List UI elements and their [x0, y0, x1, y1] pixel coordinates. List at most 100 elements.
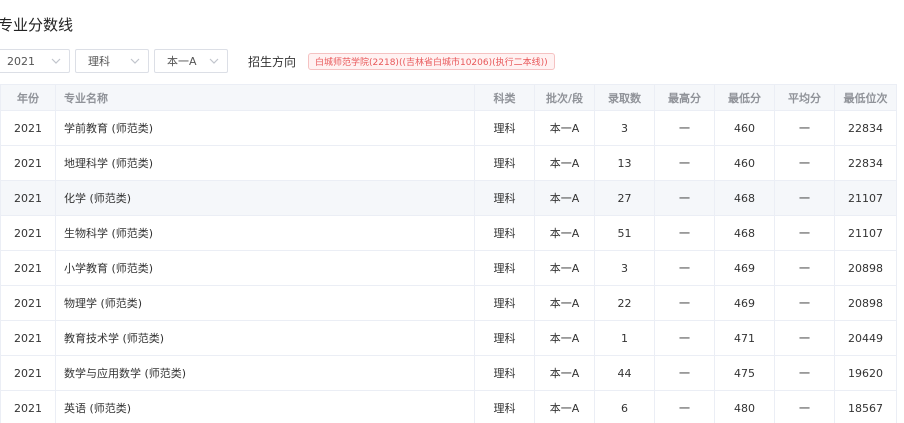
avg-score-cell: 一	[774, 180, 835, 216]
major-cell: 数学与应用数学 (师范类)	[55, 355, 475, 391]
table-row[interactable]: 2021 化学 (师范类) 理科 本一A 27 一 468 一 21107	[0, 180, 897, 216]
batch-cell: 本一A	[534, 250, 595, 286]
subject-type-cell: 理科	[474, 145, 535, 181]
major-cell: 英语 (师范类)	[55, 390, 475, 423]
header-subject-type: 科类	[474, 84, 535, 111]
header-max-score: 最高分	[654, 84, 715, 111]
filter-bar: 2021 理科 本一A 招生方向 白城师范学院(2218)((吉林省白城市102…	[0, 49, 555, 73]
min-score-cell: 480	[714, 390, 775, 423]
header-admitted: 录取数	[594, 84, 655, 111]
subject-type-select[interactable]: 理科	[75, 49, 149, 73]
max-score-cell: 一	[654, 285, 715, 321]
max-score-cell: 一	[654, 145, 715, 181]
min-rank-cell: 19620	[834, 355, 897, 391]
batch-select-value: 本一A	[167, 55, 197, 68]
min-rank-cell: 21107	[834, 180, 897, 216]
admitted-cell: 44	[594, 355, 655, 391]
table-row[interactable]: 2021 生物科学 (师范类) 理科 本一A 51 一 468 一 21107	[0, 215, 897, 251]
table-row[interactable]: 2021 地理科学 (师范类) 理科 本一A 13 一 460 一 22834	[0, 145, 897, 181]
major-cell: 学前教育 (师范类)	[55, 110, 475, 146]
batch-cell: 本一A	[534, 355, 595, 391]
admitted-cell: 6	[594, 390, 655, 423]
header-avg-score: 平均分	[774, 84, 835, 111]
year-cell: 2021	[0, 285, 56, 321]
table-row[interactable]: 2021 学前教育 (师范类) 理科 本一A 3 一 460 一 22834	[0, 110, 897, 146]
max-score-cell: 一	[654, 215, 715, 251]
header-major: 专业名称	[55, 84, 475, 111]
min-rank-cell: 20898	[834, 285, 897, 321]
subject-type-select-value: 理科	[88, 55, 110, 68]
year-select[interactable]: 2021	[0, 49, 70, 73]
major-cell: 生物科学 (师范类)	[55, 215, 475, 251]
year-cell: 2021	[0, 215, 56, 251]
table-body: 2021 学前教育 (师范类) 理科 本一A 3 一 460 一 22834 2021 地理科学 (…	[0, 110, 897, 423]
subject-type-cell: 理科	[474, 285, 535, 321]
admitted-cell: 1	[594, 320, 655, 356]
avg-score-cell: 一	[774, 285, 835, 321]
min-rank-cell: 22834	[834, 145, 897, 181]
table-row[interactable]: 2021 小学教育 (师范类) 理科 本一A 3 一 469 一 20898	[0, 250, 897, 286]
batch-cell: 本一A	[534, 215, 595, 251]
avg-score-cell: 一	[774, 110, 835, 146]
direction-label: 招生方向	[248, 54, 297, 69]
year-cell: 2021	[0, 145, 56, 181]
year-cell: 2021	[0, 320, 56, 356]
batch-cell: 本一A	[534, 145, 595, 181]
min-score-cell: 460	[714, 145, 775, 181]
admitted-cell: 3	[594, 250, 655, 286]
year-cell: 2021	[0, 110, 56, 146]
table-row[interactable]: 2021 物理学 (师范类) 理科 本一A 22 一 469 一 20898	[0, 285, 897, 321]
year-cell: 2021	[0, 390, 56, 423]
min-rank-cell: 21107	[834, 215, 897, 251]
subject-type-cell: 理科	[474, 250, 535, 286]
major-cell: 地理科学 (师范类)	[55, 145, 475, 181]
major-cell: 教育技术学 (师范类)	[55, 320, 475, 356]
min-score-cell: 460	[714, 110, 775, 146]
year-cell: 2021	[0, 180, 56, 216]
chevron-down-icon	[209, 56, 219, 66]
year-select-value: 2021	[7, 54, 35, 68]
min-rank-cell: 20449	[834, 320, 897, 356]
batch-select[interactable]: 本一A	[154, 49, 228, 73]
min-score-cell: 471	[714, 320, 775, 356]
min-rank-cell: 20898	[834, 250, 897, 286]
header-min-score: 最低分	[714, 84, 775, 111]
avg-score-cell: 一	[774, 390, 835, 423]
min-score-cell: 469	[714, 250, 775, 286]
admitted-cell: 13	[594, 145, 655, 181]
avg-score-cell: 一	[774, 355, 835, 391]
min-score-cell: 468	[714, 215, 775, 251]
major-cell: 化学 (师范类)	[55, 180, 475, 216]
max-score-cell: 一	[654, 180, 715, 216]
score-table: 年份 专业名称 科类 批次/段 录取数 最高分 最低分 平均分 最低位次 202…	[0, 84, 897, 423]
min-score-cell: 468	[714, 180, 775, 216]
subject-type-cell: 理科	[474, 355, 535, 391]
max-score-cell: 一	[654, 320, 715, 356]
header-year: 年份	[0, 84, 56, 111]
admitted-cell: 22	[594, 285, 655, 321]
table-row[interactable]: 2021 教育技术学 (师范类) 理科 本一A 1 一 471 一 20449	[0, 320, 897, 356]
batch-cell: 本一A	[534, 180, 595, 216]
header-batch: 批次/段	[534, 84, 595, 111]
avg-score-cell: 一	[774, 145, 835, 181]
batch-cell: 本一A	[534, 390, 595, 423]
min-rank-cell: 18567	[834, 390, 897, 423]
batch-cell: 本一A	[534, 320, 595, 356]
chevron-down-icon	[51, 56, 61, 66]
subject-type-cell: 理科	[474, 110, 535, 146]
major-cell: 物理学 (师范类)	[55, 285, 475, 321]
subject-type-cell: 理科	[474, 320, 535, 356]
admitted-cell: 51	[594, 215, 655, 251]
table-row[interactable]: 2021 英语 (师范类) 理科 本一A 6 一 480 一 18567	[0, 390, 897, 423]
subject-type-cell: 理科	[474, 215, 535, 251]
max-score-cell: 一	[654, 250, 715, 286]
admitted-cell: 3	[594, 110, 655, 146]
subject-type-cell: 理科	[474, 180, 535, 216]
year-cell: 2021	[0, 250, 56, 286]
header-min-rank: 最低位次	[834, 84, 897, 111]
max-score-cell: 一	[654, 390, 715, 423]
direction-tag[interactable]: 白城师范学院(2218)((吉林省白城市10206)(执行二本线))	[308, 52, 555, 70]
avg-score-cell: 一	[774, 320, 835, 356]
batch-cell: 本一A	[534, 285, 595, 321]
table-row[interactable]: 2021 数学与应用数学 (师范类) 理科 本一A 44 一 475 一 19620	[0, 355, 897, 391]
